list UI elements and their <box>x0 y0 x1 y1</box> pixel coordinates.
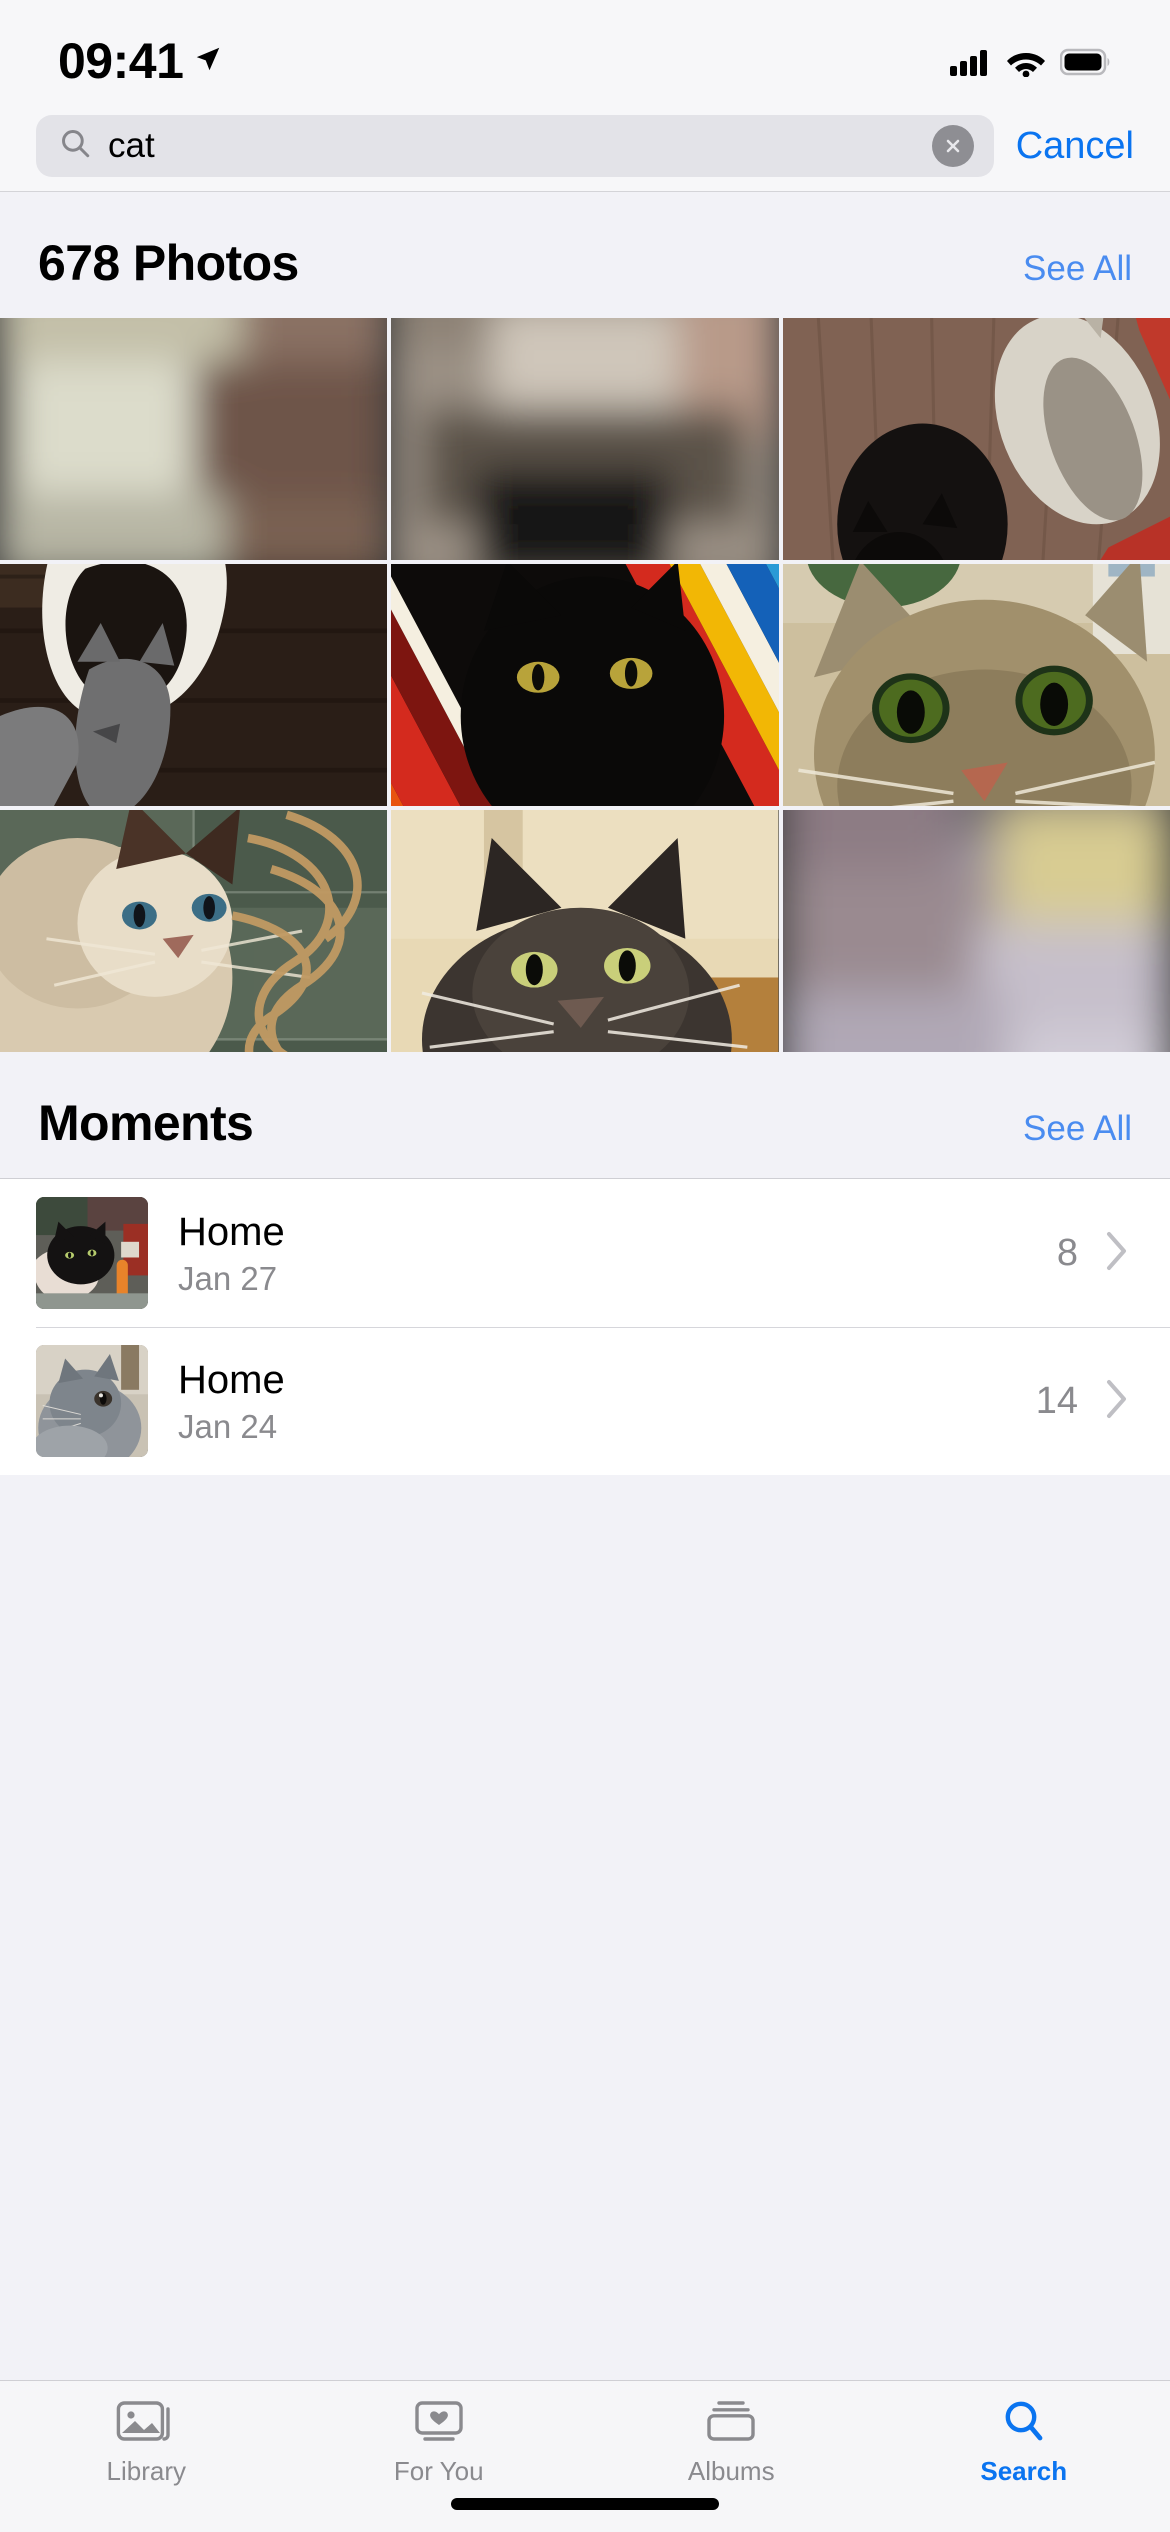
moment-date: Jan 24 <box>178 1407 278 1445</box>
photo-grid-item[interactable] <box>0 564 388 806</box>
wifi-icon <box>1006 47 1046 82</box>
search-input[interactable]: cat <box>36 114 994 177</box>
tab-search-label: Search <box>980 2456 1068 2486</box>
location-arrow-icon <box>193 44 223 79</box>
chevron-right-icon <box>1104 1229 1130 1278</box>
moment-text-block: Home Jan 24 <box>148 1360 1036 1443</box>
photo-grid-item[interactable] <box>782 564 1170 806</box>
status-bar-right <box>950 47 1112 86</box>
home-indicator <box>451 2498 719 2510</box>
tab-albums[interactable]: Albums <box>585 2397 878 2484</box>
cancel-button[interactable]: Cancel <box>1016 127 1134 165</box>
tab-library-label: Library <box>106 2456 186 2486</box>
moments-list: Home Jan 27 8 Home Jan 24 14 <box>0 1178 1170 1475</box>
photo-results-grid <box>0 318 1170 1052</box>
search-bar-container: cat Cancel <box>0 100 1170 192</box>
photos-search-screen: 09:41 cat Cancel 678 Photos See All Mome… <box>0 0 1170 2532</box>
moment-thumbnail <box>36 1197 148 1309</box>
search-icon <box>994 2397 1054 2450</box>
moment-count: 8 <box>1056 1232 1078 1274</box>
moment-count: 14 <box>1035 1380 1078 1422</box>
moment-title: Home <box>178 1209 285 1254</box>
search-icon <box>58 126 92 165</box>
photo-grid-item[interactable] <box>391 810 779 1052</box>
photo-grid-item[interactable] <box>391 318 779 560</box>
clear-search-button[interactable] <box>931 124 974 167</box>
status-time: 09:41 <box>58 33 184 89</box>
photos-see-all-link[interactable]: See All <box>1023 251 1132 286</box>
photo-grid-item[interactable] <box>782 318 1170 560</box>
status-bar: 09:41 <box>0 0 1170 100</box>
moments-section-header: Moments See All <box>0 1052 1170 1178</box>
photos-section-title: 678 Photos <box>38 235 299 291</box>
moment-thumbnail <box>36 1345 148 1457</box>
photo-grid-item[interactable] <box>391 564 779 806</box>
moment-date: Jan 27 <box>178 1259 278 1297</box>
tab-for-you[interactable]: For You <box>293 2397 586 2484</box>
tab-library[interactable]: Library <box>0 2397 293 2484</box>
moments-section-title: Moments <box>38 1095 254 1151</box>
tab-search[interactable]: Search <box>878 2397 1170 2484</box>
status-bar-left: 09:41 <box>58 36 223 86</box>
cellular-bars-icon <box>950 48 992 81</box>
moments-see-all-link[interactable]: See All <box>1023 1111 1132 1146</box>
battery-full-icon <box>1059 48 1112 81</box>
moment-meta: 14 <box>1036 1377 1134 1426</box>
tab-for-you-label: For You <box>393 2456 484 2486</box>
albums-stack-icon <box>701 2397 761 2450</box>
photos-library-icon <box>116 2397 176 2450</box>
moment-text-block: Home Jan 27 <box>148 1212 1057 1295</box>
moment-list-item[interactable]: Home Jan 27 8 <box>0 1179 1170 1327</box>
photo-grid-item[interactable] <box>0 810 388 1052</box>
chevron-right-icon <box>1104 1377 1130 1426</box>
photo-grid-item[interactable] <box>782 810 1170 1052</box>
photo-grid-item[interactable] <box>0 318 388 560</box>
moment-meta: 8 <box>1057 1229 1134 1278</box>
moment-title: Home <box>178 1357 285 1402</box>
tab-albums-label: Albums <box>687 2456 775 2486</box>
photos-section-header: 678 Photos See All <box>0 192 1170 318</box>
heart-card-icon <box>409 2397 469 2450</box>
search-results-content: 678 Photos See All Moments See All Home … <box>0 192 1170 2380</box>
moment-list-item[interactable]: Home Jan 24 14 <box>0 1327 1170 1475</box>
search-input-value: cat <box>108 128 155 163</box>
